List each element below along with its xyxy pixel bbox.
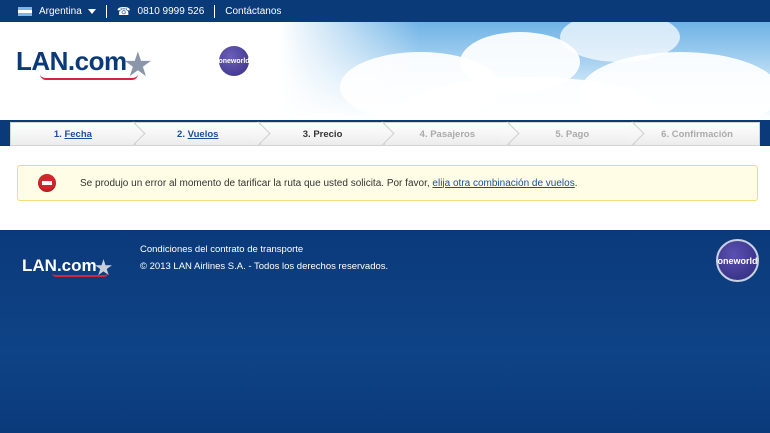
- step-fecha[interactable]: 1. Fecha: [10, 122, 135, 146]
- caret-down-icon: [87, 8, 96, 14]
- country-label: Argentina: [39, 5, 82, 17]
- choose-flights-link[interactable]: elija otra combinación de vuelos: [432, 178, 574, 189]
- footer-oneworld-logo: oneworld: [716, 239, 759, 282]
- step-precio: 3. Precio: [259, 122, 385, 146]
- error-message-box: Se produjo un error al momento de tarifi…: [17, 165, 758, 201]
- argentina-flag-icon: [18, 6, 32, 16]
- conditions-link[interactable]: Condiciones del contrato de transporte: [140, 241, 388, 258]
- logo-text: LAN.com: [16, 46, 127, 76]
- lan-logo[interactable]: LAN.com ★: [16, 46, 153, 82]
- error-text: Se produjo un error al momento de tarifi…: [80, 177, 578, 189]
- country-selector[interactable]: Argentina: [18, 6, 96, 17]
- divider: [105, 4, 107, 18]
- phone-icon: ☎: [116, 5, 131, 18]
- error-stop-icon: [38, 174, 56, 192]
- top-bar: Argentina ☎ 0810 9999 526 Contáctanos: [0, 0, 770, 22]
- step-vuelos[interactable]: 2. Vuelos: [134, 122, 260, 146]
- footer-links: Condiciones del contrato de transporte ©…: [140, 241, 388, 275]
- step-pasajeros: 4. Pasajeros: [384, 122, 510, 146]
- step-vuelos-link[interactable]: Vuelos: [188, 129, 219, 140]
- logo-swoosh: [40, 74, 138, 80]
- copyright: © 2013 LAN Airlines S.A. - Todos los der…: [140, 261, 389, 272]
- oneworld-logo: oneworld: [218, 46, 250, 76]
- site-footer: LAN.com ★ Condiciones del contrato de tr…: [0, 230, 770, 433]
- step-fecha-link[interactable]: Fecha: [64, 129, 91, 140]
- booking-steps: 1. Fecha 2. Vuelos 3. Precio 4. Pasajero…: [10, 122, 760, 146]
- phone-number: 0810 9999 526: [137, 5, 205, 17]
- contact-link[interactable]: Contáctanos: [225, 6, 281, 17]
- step-pago: 5. Pago: [509, 122, 635, 146]
- step-confirmacion: 6. Confirmación: [634, 122, 760, 146]
- divider: [214, 4, 216, 18]
- site-header: LAN.com ★ oneworld: [0, 22, 770, 120]
- oneworld-label: oneworld: [218, 57, 250, 65]
